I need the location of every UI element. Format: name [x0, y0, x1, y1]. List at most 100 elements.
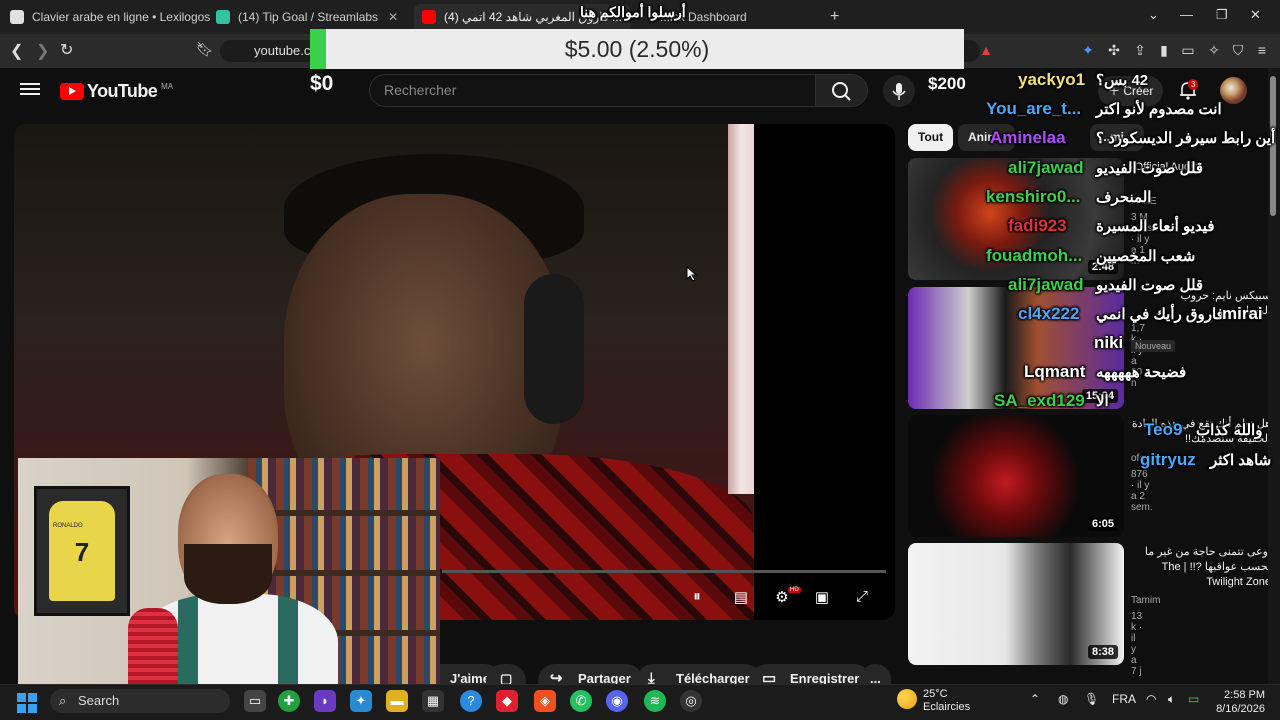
wifi-icon[interactable]: ◠ [1146, 692, 1156, 706]
video-thumbnail[interactable]: 8:38 [908, 543, 1124, 665]
jersey-name: RONALDO [53, 523, 83, 529]
sidebar-icon[interactable]: ▮ [1156, 42, 1172, 58]
voice-search-button[interactable] [883, 75, 915, 107]
taskbar-search[interactable]: ⌕ Search [50, 689, 230, 713]
subtitles-icon[interactable]: ▤ [730, 588, 752, 606]
channel-name[interactable]: Tamim [1131, 595, 1160, 606]
chat-username: yackyo1 [1018, 70, 1086, 89]
streamer-beard [184, 544, 272, 604]
close-icon[interactable]: ✕ [388, 10, 398, 24]
chat-message: أين رابط سيرفر الديسكورد ؟ [1096, 130, 1276, 147]
search-input[interactable]: Rechercher [369, 74, 816, 107]
search-icon [832, 82, 851, 101]
mic-icon [892, 83, 906, 100]
volume-icon[interactable]: 🔈︎ [1168, 692, 1175, 707]
mic-tray-icon[interactable]: 🎙︎ [1084, 692, 1099, 706]
youtube-logo[interactable]: YouTube MA [60, 81, 173, 102]
tab-label: (14) Tip Goal / Streamlabs [238, 10, 379, 24]
tab-lexilogos[interactable]: Clavier arabe en ligne • Lexilogos ✕ [10, 4, 230, 30]
app-icon[interactable]: ✦ [350, 690, 372, 712]
puzzle-icon[interactable]: ✣ [1106, 42, 1122, 58]
brave-rewards-icon[interactable]: ▲ [978, 42, 994, 58]
video-background-curtain [728, 124, 754, 494]
chat-username: Lqmant [1024, 362, 1086, 381]
pause-icon[interactable]: ⏸ [686, 588, 708, 606]
donation-goal-amount: $200 [928, 74, 966, 93]
mouse-cursor-icon [686, 266, 698, 282]
store-icon[interactable]: ▦ [422, 690, 444, 712]
discord-icon[interactable]: ◉ [606, 690, 628, 712]
chevron-down-icon[interactable]: ⌄ [1148, 7, 1159, 23]
chat-message: شعب المخصيين [1096, 248, 1196, 265]
microphone [128, 608, 178, 696]
tab-streamlabs[interactable]: (14) Tip Goal / Streamlabs ✕ [216, 4, 398, 30]
duration-badge: 8:38 [1087, 645, 1118, 659]
taskbar-search-label: Search [78, 693, 120, 708]
notifications-button[interactable]: 3 [1176, 78, 1200, 102]
back-icon[interactable]: ❮ [10, 41, 23, 61]
chat-username: Aminelaa [990, 128, 1066, 147]
search-button[interactable] [816, 74, 868, 107]
forward-icon[interactable]: ❯ [36, 41, 49, 61]
reload-icon[interactable]: ↻ [60, 40, 73, 60]
chat-username: fadi923 [1008, 216, 1067, 235]
brave-icon[interactable]: ◈ [534, 690, 556, 712]
system-clock[interactable]: 2:58 PM 8/16/2026 [1213, 688, 1265, 716]
chat-username: gitryuz [1140, 450, 1196, 469]
xbox-icon[interactable]: ✚ [278, 690, 300, 712]
new-tab-button[interactable]: + [830, 4, 839, 30]
task-view-icon[interactable]: ▭ [244, 690, 266, 712]
windows-start-icon[interactable] [17, 693, 37, 713]
tray-app-icon[interactable]: ◍ [1058, 692, 1068, 706]
leo-icon[interactable]: ✧ [1206, 42, 1222, 58]
language-indicator[interactable]: FRA [1112, 692, 1136, 706]
chat-username: ali7jawad [1008, 275, 1084, 294]
weather-sun-icon [897, 689, 917, 709]
search-placeholder: Rechercher [384, 82, 457, 98]
chat-username: SA_exd129 [994, 391, 1085, 410]
close-window-icon[interactable]: ✕ [1250, 7, 1261, 23]
chip-all[interactable]: Tout [908, 124, 954, 151]
video-meta: 13 k · il y a 7 j [1131, 611, 1143, 677]
help-icon[interactable]: ? [460, 690, 482, 712]
whatsapp-icon[interactable]: ✆ [570, 690, 592, 712]
progress-bar[interactable] [442, 570, 886, 573]
maximize-icon[interactable]: ❐ [1216, 7, 1228, 23]
tab-favicon [10, 10, 24, 24]
bookmark-icon[interactable]: 🔖︎ [196, 41, 214, 58]
share-page-icon[interactable]: ⇪ [1132, 42, 1148, 58]
chat-header: أرسلوا أموالكم هنا [580, 4, 686, 20]
video-thumbnail[interactable]: 6:05 [908, 415, 1124, 537]
chat-message: شاهد اكثر [1210, 452, 1272, 469]
miniplayer-icon[interactable]: ▣ [811, 588, 833, 606]
donation-goal-bar: $5.00 (2.50%) [310, 29, 964, 69]
weather-widget[interactable]: 25°C Eclaircies [897, 688, 970, 714]
country-code: MA [161, 82, 174, 91]
clock-time: 2:58 PM [1224, 689, 1265, 701]
vpn-icon[interactable]: ⛉ [1230, 42, 1246, 58]
chevron-up-icon[interactable]: ⌃ [1030, 692, 1040, 706]
chat-message: والله كذاب [1196, 422, 1263, 439]
chat-username: Teo9 [1144, 420, 1183, 439]
app-red-icon[interactable]: ◆ [496, 690, 518, 712]
chat-message: فاروق رأيك في انمي [1096, 306, 1224, 323]
wallet-icon[interactable]: ▭ [1180, 42, 1196, 58]
twitch-icon[interactable]: ◗ [314, 690, 336, 712]
obs-icon[interactable]: ◎ [680, 690, 702, 712]
chat-username: fouadmoh... [986, 246, 1083, 265]
tab-favicon [422, 10, 436, 24]
hamburger-menu-icon[interactable] [20, 80, 40, 100]
video-title[interactable]: اوعى تتمنى حاجة من غير ما تحسب عواقبها T… [1131, 545, 1271, 591]
chat-username: mirai [1222, 304, 1263, 323]
menu-icon[interactable]: ≡ [1254, 42, 1270, 58]
chat-message: فضيحة هههههه [1096, 364, 1187, 381]
fullscreen-icon[interactable]: ⤢ [851, 588, 873, 606]
battery-icon[interactable]: ▭ [1188, 692, 1199, 706]
spotify-icon[interactable]: ≋ [644, 690, 666, 712]
avatar[interactable] [1220, 77, 1247, 104]
donation-goal-label: $5.00 (2.50%) [564, 36, 710, 62]
file-explorer-icon[interactable]: ▬ [386, 690, 408, 712]
extension-icon[interactable]: ✦ [1080, 42, 1096, 58]
minimize-icon[interactable]: — [1180, 7, 1193, 22]
chat-message: قلل صوت الفيديو [1096, 160, 1204, 177]
